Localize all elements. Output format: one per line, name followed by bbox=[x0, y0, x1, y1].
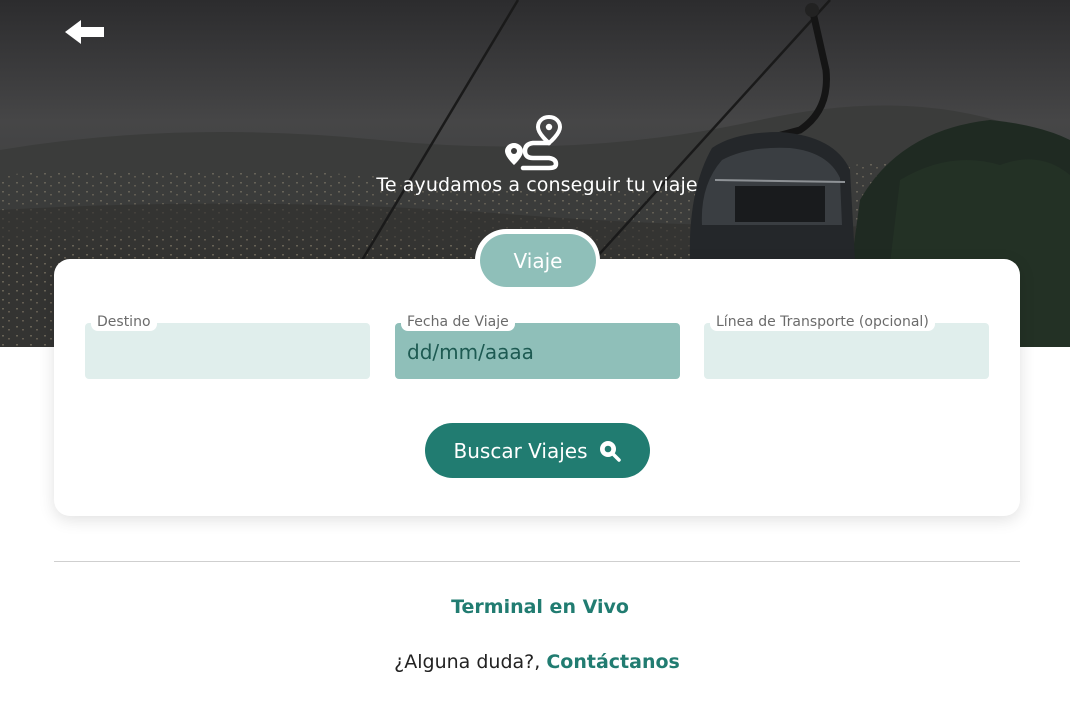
tab-viaje[interactable]: Viaje bbox=[480, 234, 596, 287]
arrow-left-icon bbox=[65, 20, 104, 44]
linea-transporte-label: Línea de Transporte (opcional) bbox=[710, 313, 935, 331]
fecha-viaje-value: dd/mm/aaaa bbox=[407, 340, 534, 364]
route-pin-icon bbox=[505, 114, 563, 171]
linea-transporte-field[interactable]: Línea de Transporte (opcional) bbox=[704, 313, 989, 379]
back-button[interactable] bbox=[62, 14, 108, 50]
fecha-viaje-label: Fecha de Viaje bbox=[401, 313, 515, 331]
fecha-viaje-field[interactable]: Fecha de Viaje dd/mm/aaaa bbox=[395, 313, 680, 379]
contactanos-link[interactable]: Contáctanos bbox=[546, 651, 679, 673]
terminal-en-vivo-link[interactable]: Terminal en Vivo bbox=[0, 596, 1070, 618]
contact-question: ¿Alguna duda?, bbox=[394, 651, 541, 673]
footer-divider bbox=[54, 561, 1020, 562]
destino-field[interactable]: Destino bbox=[85, 313, 370, 379]
hero-tagline: Te ayudamos a conseguir tu viaje bbox=[376, 174, 698, 196]
buscar-viajes-label: Buscar Viajes bbox=[453, 438, 588, 463]
destino-label: Destino bbox=[91, 313, 157, 331]
contact-line: ¿Alguna duda?, Contáctanos bbox=[0, 651, 1070, 673]
search-icon bbox=[600, 440, 622, 462]
buscar-viajes-button[interactable]: Buscar Viajes bbox=[425, 423, 650, 478]
